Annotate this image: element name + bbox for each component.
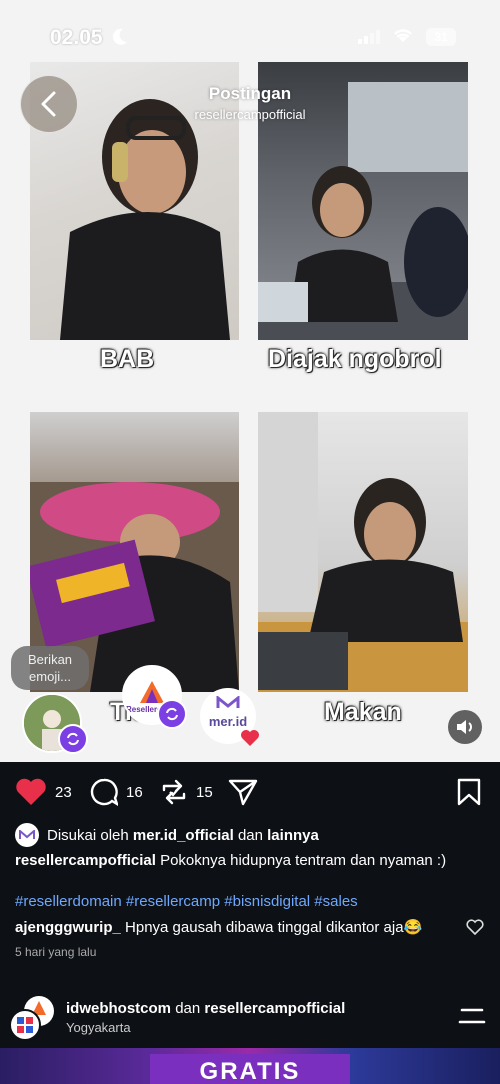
- comment-like-icon[interactable]: [466, 919, 484, 935]
- next-post-header[interactable]: idwebhostcom dan resellercampofficial Yo…: [0, 990, 500, 1041]
- comment-icon: [90, 778, 118, 806]
- status-bar: 02.05 31: [0, 24, 500, 54]
- caption-author[interactable]: resellercampofficial: [15, 852, 156, 869]
- heart-icon: [16, 778, 46, 805]
- like-count: 23: [55, 783, 72, 801]
- page-title: Postingan: [208, 84, 292, 103]
- repost-count: 15: [196, 783, 213, 801]
- battery-indicator: 31: [426, 28, 456, 46]
- comment-text: Hpnya gausah dibawa tinggal dikantor aja…: [125, 919, 423, 936]
- heart-reaction-icon: [241, 730, 259, 746]
- post-hashtags[interactable]: #resellerdomain #resellercamp #bisnisdig…: [15, 893, 358, 910]
- menu-icon[interactable]: [458, 1007, 486, 1025]
- panel-caption-1: BAB: [100, 345, 155, 373]
- next-post-user2[interactable]: resellercampofficial: [204, 1000, 345, 1017]
- action-bar: 23 16 15: [0, 772, 500, 812]
- repost-icon: [162, 779, 186, 805]
- post-time-ago: 5 hari yang lalu: [15, 945, 97, 959]
- post-caption: resellercampofficial Pokoknya hidupnya t…: [15, 852, 446, 869]
- share-button[interactable]: [228, 778, 258, 806]
- next-post-avatars[interactable]: [9, 993, 57, 1041]
- like-button[interactable]: 23: [15, 778, 72, 806]
- signal-icon: [358, 30, 380, 44]
- liked-by-user[interactable]: mer.id_official: [133, 827, 234, 844]
- next-post-location[interactable]: Yogyakarta: [66, 1020, 131, 1035]
- next-post-user1[interactable]: idwebhostcom: [66, 1000, 171, 1017]
- repost-button[interactable]: 15: [160, 778, 213, 806]
- next-post-users: idwebhostcom dan resellercampofficial: [66, 1000, 345, 1017]
- comment-count: 16: [126, 783, 143, 801]
- wifi-icon: [394, 29, 412, 42]
- merid-label: mer.id: [208, 714, 248, 729]
- repost-badge-icon: [58, 724, 88, 754]
- status-time: 02.05: [50, 26, 103, 49]
- liked-by-prefix: Disukai oleh: [47, 826, 129, 844]
- panel-caption-4: Makan: [324, 698, 402, 726]
- repost-badge-icon: [157, 699, 187, 729]
- merid-logo-icon: [216, 696, 240, 708]
- page-subtitle-username[interactable]: resellercampofficial: [0, 107, 500, 122]
- liked-by-avatar: [15, 823, 39, 847]
- liked-by-and: dan: [237, 826, 263, 844]
- comment-button[interactable]: 16: [90, 778, 143, 806]
- liked-by-row[interactable]: Disukai oleh mer.id_official dan lainnya: [15, 823, 319, 847]
- liked-by-others[interactable]: lainnya: [267, 827, 319, 844]
- post-header: Postingan resellercampofficial: [0, 70, 500, 140]
- speaker-icon: [457, 720, 472, 734]
- comment-user[interactable]: ajengggwurip_: [15, 919, 121, 936]
- save-button[interactable]: [457, 778, 481, 806]
- post-media[interactable]: BAB Diajak ngobrol Makan 02.05 31 Postin…: [0, 0, 500, 762]
- sound-toggle-button[interactable]: [448, 710, 482, 744]
- photo-panel-4: [258, 412, 468, 692]
- moon-icon: [112, 28, 127, 45]
- bookmark-icon: [457, 778, 481, 806]
- top-comment: ajengggwurip_ Hpnya gausah dibawa tingga…: [15, 918, 455, 936]
- emoji-reaction-prompt[interactable]: Berikan emoji...: [11, 646, 89, 690]
- caption-text: Pokoknya hidupnya tentram dan nyaman :): [160, 852, 447, 869]
- panel-caption-2: Diajak ngobrol: [268, 345, 442, 373]
- banner-text: GRATIS: [150, 1054, 350, 1084]
- send-icon: [228, 779, 258, 806]
- next-post-and: dan: [175, 1000, 201, 1017]
- collab-avatars-icon: [9, 996, 54, 1041]
- working-person-illustration: [258, 412, 468, 692]
